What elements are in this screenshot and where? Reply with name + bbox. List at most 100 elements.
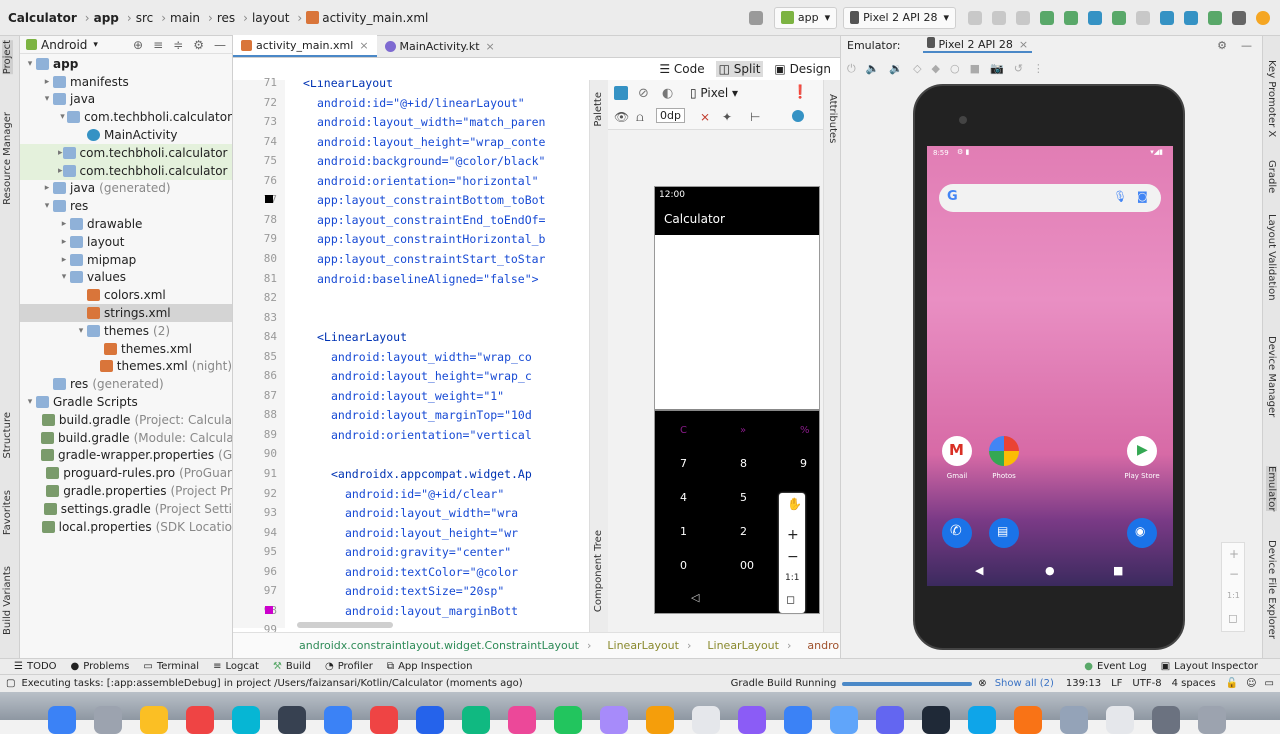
code-line[interactable]: android:textSize="20sp" xyxy=(345,584,504,598)
layers-icon[interactable] xyxy=(614,86,628,100)
chevron-down-icon[interactable]: ▾ xyxy=(41,201,53,211)
status-message[interactable]: Executing tasks: [:app:assembleDebug] in… xyxy=(21,678,522,689)
attach-debugger-icon[interactable] xyxy=(1088,10,1102,25)
mic-icon[interactable]: 🎙 xyxy=(1113,190,1127,203)
target-icon[interactable]: ⊕ xyxy=(133,38,143,52)
tree-item[interactable]: local.properties (SDK Locatio xyxy=(20,518,232,536)
home-nav-icon[interactable]: ● xyxy=(1045,564,1055,577)
dock-app-icon[interactable] xyxy=(830,706,858,734)
tree-item[interactable]: ▸ com.techbholi.calculator( xyxy=(20,143,232,162)
breadcrumb-layout[interactable]: layout xyxy=(252,11,289,25)
dock-app-icon[interactable] xyxy=(186,706,214,734)
code-line[interactable]: <androidx.appcompat.widget.Ap xyxy=(331,467,532,481)
pan-icon[interactable]: ✋ xyxy=(787,497,802,511)
chevron-right-icon[interactable]: ▸ xyxy=(58,166,63,176)
tree-item[interactable]: proguard-rules.pro (ProGuar xyxy=(20,464,232,482)
gear-icon[interactable]: ⚙ xyxy=(1217,39,1227,52)
device-file-explorer-tab[interactable]: Device File Explorer xyxy=(1266,540,1277,639)
sync-gradle-icon[interactable] xyxy=(1160,10,1174,25)
back-nav-icon[interactable]: ◀ xyxy=(975,564,983,577)
dock-app-icon[interactable] xyxy=(94,706,122,734)
messages-app-icon[interactable]: ▤ xyxy=(989,518,1019,548)
gradle-tab[interactable]: Gradle xyxy=(1266,160,1277,193)
default-margin-field[interactable]: 0dp xyxy=(656,108,685,123)
code-line[interactable]: android:gravity="center" xyxy=(345,545,511,559)
breadcrumb-file[interactable]: activity_main.xml xyxy=(322,11,428,25)
code-mode-button[interactable]: ☰ Code xyxy=(656,61,707,77)
tree-item[interactable]: ▾ themes (2) xyxy=(20,322,232,340)
tree-item[interactable]: ▾ com.techbholi.calculator xyxy=(20,108,232,126)
tree-item[interactable]: ▸ java (generated) xyxy=(20,180,232,198)
logcat-tab[interactable]: ≡ Logcat xyxy=(213,661,259,672)
camera-app-icon[interactable]: ◉ xyxy=(1127,518,1157,548)
tree-item[interactable]: ▾ app xyxy=(20,55,232,73)
device-manager-tab[interactable]: Device Manager xyxy=(1266,336,1277,417)
tree-item[interactable]: gradle-wrapper.properties (G xyxy=(20,447,232,465)
breadcrumb-app[interactable]: app xyxy=(94,11,119,25)
lock-icon[interactable]: 🔓 xyxy=(1226,678,1238,689)
status-square-icon[interactable]: ▢ xyxy=(6,678,15,689)
project-view-select[interactable]: Android xyxy=(41,38,87,52)
code-line[interactable]: android:orientation="horizontal" xyxy=(317,174,539,188)
code-line[interactable]: android:layout_marginTop="10d xyxy=(331,408,532,422)
tree-item[interactable]: themes.xml xyxy=(20,340,232,358)
color-swatch-icon[interactable] xyxy=(265,195,273,203)
update-icon[interactable] xyxy=(1256,10,1270,25)
tree-item[interactable]: ▾ res xyxy=(20,197,232,215)
code-line[interactable]: android:orientation="vertical xyxy=(331,428,532,442)
chevron-down-icon[interactable]: ▾ xyxy=(75,326,87,336)
hide-icon[interactable]: — xyxy=(1241,39,1252,52)
tree-item[interactable]: ▸ mipmap xyxy=(20,251,232,269)
close-icon[interactable]: × xyxy=(1019,38,1028,51)
code-line[interactable]: android:background="@color/black" xyxy=(317,154,545,168)
dock-app-icon[interactable] xyxy=(508,706,536,734)
tree-item[interactable]: ▸ manifests xyxy=(20,73,232,91)
chevron-down-icon[interactable]: ▾ xyxy=(24,397,36,407)
dock-app-icon[interactable] xyxy=(48,706,76,734)
dock-app-icon[interactable] xyxy=(462,706,490,734)
dock-app-icon[interactable] xyxy=(232,706,260,734)
tree-item[interactable]: ▾ values xyxy=(20,269,232,287)
split-mode-button[interactable]: ◫ Split xyxy=(715,61,764,77)
zoom-fit-icon[interactable]: ◻ xyxy=(1228,611,1238,625)
code-line[interactable]: android:layout_width="wrap_co xyxy=(331,350,532,364)
code-line[interactable]: android:layout_height="wrap_c xyxy=(331,369,532,383)
problems-tab[interactable]: ● Problems xyxy=(71,661,130,672)
photos-app-icon[interactable] xyxy=(989,436,1019,466)
chevron-down-icon[interactable]: ▾ xyxy=(58,272,70,282)
warning-icon[interactable]: ❗ xyxy=(792,85,808,100)
dock-app-icon[interactable] xyxy=(600,706,628,734)
breadcrumb-constraint-layout[interactable]: androidx.constraintlayout.widget.Constra… xyxy=(299,639,579,652)
code-line[interactable]: android:layout_width="match_paren xyxy=(317,115,545,129)
tree-item[interactable]: ▸ drawable xyxy=(20,215,232,233)
dock-app-icon[interactable] xyxy=(278,706,306,734)
stop-icon[interactable] xyxy=(1136,10,1150,25)
rerun-icon[interactable] xyxy=(992,10,1006,25)
notifications-icon[interactable]: ▭ xyxy=(1265,678,1274,689)
breadcrumb-linear-layout-inner[interactable]: LinearLayout xyxy=(707,639,779,652)
device-select[interactable]: Pixel 2 API 28 ▾ xyxy=(843,6,956,29)
help-icon[interactable] xyxy=(792,110,804,122)
breadcrumb-project[interactable]: Calculator xyxy=(8,11,77,25)
breadcrumb-main[interactable]: main xyxy=(170,11,200,25)
run-config-select[interactable]: app ▾ xyxy=(773,6,838,29)
dock-app-icon[interactable] xyxy=(370,706,398,734)
cancel-icon[interactable]: ⊗ xyxy=(978,678,986,689)
debug-icon[interactable] xyxy=(1040,10,1054,25)
horizontal-scrollbar[interactable] xyxy=(297,622,393,628)
attributes-tab[interactable]: Attributes xyxy=(827,94,838,143)
tree-item[interactable]: build.gradle (Project: Calcula xyxy=(20,411,232,429)
chevron-down-icon[interactable]: ▾ xyxy=(58,112,67,122)
emulator-tab[interactable]: Emulator xyxy=(1266,466,1277,512)
dock-app-icon[interactable] xyxy=(968,706,996,734)
emulator-controls[interactable]: ⏻🔈🔉◇◆○■📷↺⋮ xyxy=(847,62,1054,76)
lens-icon[interactable]: ◙ xyxy=(1137,190,1148,203)
chevron-down-icon[interactable]: ▾ xyxy=(24,59,36,69)
close-icon[interactable]: × xyxy=(359,39,368,52)
code-line[interactable]: android:id="@+id/linearLayout" xyxy=(317,96,525,110)
coverage-icon[interactable] xyxy=(1112,10,1126,25)
zoom-fit-icon[interactable]: ◻ xyxy=(786,593,795,606)
dock-app-icon[interactable] xyxy=(140,706,168,734)
caret-position[interactable]: 139:13 xyxy=(1066,678,1101,689)
avd-manager-icon[interactable] xyxy=(1184,10,1198,25)
